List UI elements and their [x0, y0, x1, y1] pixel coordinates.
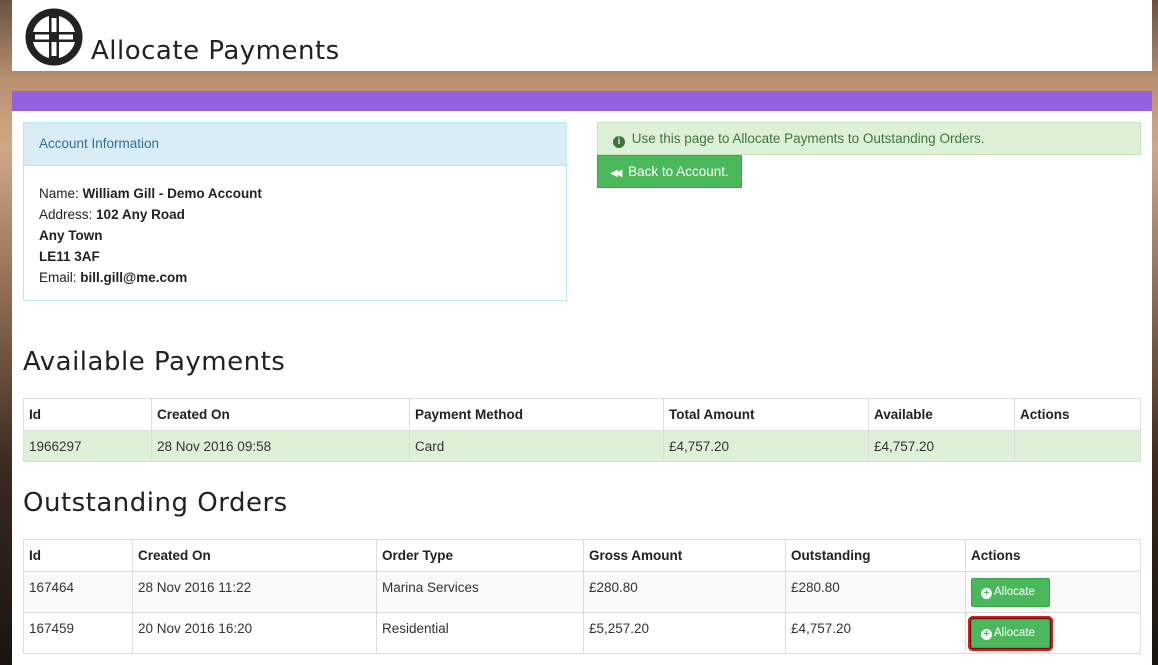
order-id: 167464 [23, 571, 133, 613]
col-created-on: Created On [151, 398, 410, 431]
col-actions: Actions [1014, 398, 1141, 431]
order-type: Residential [376, 612, 584, 654]
order-type: Marina Services [376, 571, 584, 613]
allocate-label: Allocate [994, 586, 1035, 598]
outstanding-orders-heading: Outstanding Orders [23, 488, 288, 518]
account-info-panel: Account Information Name: William Gill -… [23, 122, 567, 301]
address-label: Address: [39, 207, 93, 222]
table-row[interactable]: 1966297 28 Nov 2016 09:58 Card £4,757.20… [23, 430, 1141, 462]
col-available: Available [868, 398, 1015, 431]
main-content: Account Information Name: William Gill -… [12, 111, 1152, 665]
email-label: Email: [39, 270, 77, 285]
panel-title: Account Information [24, 123, 566, 166]
order-actions: + Allocate [965, 571, 1141, 613]
payment-created: 28 Nov 2016 09:58 [151, 430, 410, 462]
col-id: Id [23, 539, 133, 572]
account-name-line: Name: William Gill - Demo Account [39, 183, 551, 204]
table-row: 167464 28 Nov 2016 11:22 Marina Services… [23, 571, 1141, 613]
account-name: William Gill - Demo Account [82, 186, 262, 201]
info-message: Use this page to Allocate Payments to Ou… [631, 131, 985, 146]
name-label: Name: [39, 186, 79, 201]
postcode: LE11 3AF [39, 249, 100, 264]
info-alert: i Use this page to Allocate Payments to … [597, 122, 1141, 155]
allocate-button[interactable]: + Allocate [968, 616, 1053, 651]
order-created: 20 Nov 2016 16:20 [132, 612, 377, 654]
order-outstanding: £4,757.20 [785, 612, 966, 654]
col-order-type: Order Type [376, 539, 584, 572]
col-gross-amount: Gross Amount [583, 539, 786, 572]
order-gross: £280.80 [583, 571, 786, 613]
back-button-label: Back to Account. [628, 164, 729, 179]
payment-actions [1014, 430, 1141, 462]
payments-table: Id Created On Payment Method Total Amoun… [23, 398, 1141, 462]
order-actions: + Allocate [965, 612, 1141, 654]
page-header: Allocate Payments [12, 0, 1152, 71]
col-id: Id [23, 398, 152, 431]
table-row: 167459 20 Nov 2016 16:20 Residential £5,… [23, 612, 1141, 654]
account-details: Name: William Gill - Demo Account Addres… [24, 166, 566, 305]
plus-circle-icon: + [981, 588, 992, 599]
order-id: 167459 [23, 612, 133, 654]
accent-bar [12, 91, 1152, 111]
payment-method: Card [409, 430, 664, 462]
payment-total: £4,757.20 [663, 430, 869, 462]
col-outstanding: Outstanding [785, 539, 966, 572]
col-actions: Actions [965, 539, 1141, 572]
page-title: Allocate Payments [91, 36, 340, 66]
back-to-account-button[interactable]: ◀◀ Back to Account. [597, 155, 742, 188]
crosshair-circle-icon [25, 8, 83, 66]
order-outstanding: £280.80 [785, 571, 966, 613]
backward-icon: ◀◀ [610, 168, 623, 179]
plus-circle-icon: + [981, 629, 992, 640]
address-line1: 102 Any Road [96, 207, 185, 222]
allocate-label: Allocate [994, 627, 1035, 639]
account-address-line: Address: 102 Any Road [39, 204, 551, 225]
info-circle-icon: i [613, 136, 625, 148]
allocate-button[interactable]: + Allocate [971, 578, 1050, 607]
order-created: 28 Nov 2016 11:22 [132, 571, 377, 613]
col-created-on: Created On [132, 539, 377, 572]
col-total-amount: Total Amount [663, 398, 869, 431]
payment-id: 1966297 [23, 430, 152, 462]
address-line2: Any Town [39, 228, 103, 243]
col-payment-method: Payment Method [409, 398, 664, 431]
orders-table: Id Created On Order Type Gross Amount Ou… [23, 539, 1141, 654]
account-email: bill.gill@me.com [80, 270, 188, 285]
account-email-line: Email: bill.gill@me.com [39, 267, 551, 288]
available-payments-heading: Available Payments [23, 347, 286, 377]
order-gross: £5,257.20 [583, 612, 786, 654]
payment-available: £4,757.20 [868, 430, 1015, 462]
